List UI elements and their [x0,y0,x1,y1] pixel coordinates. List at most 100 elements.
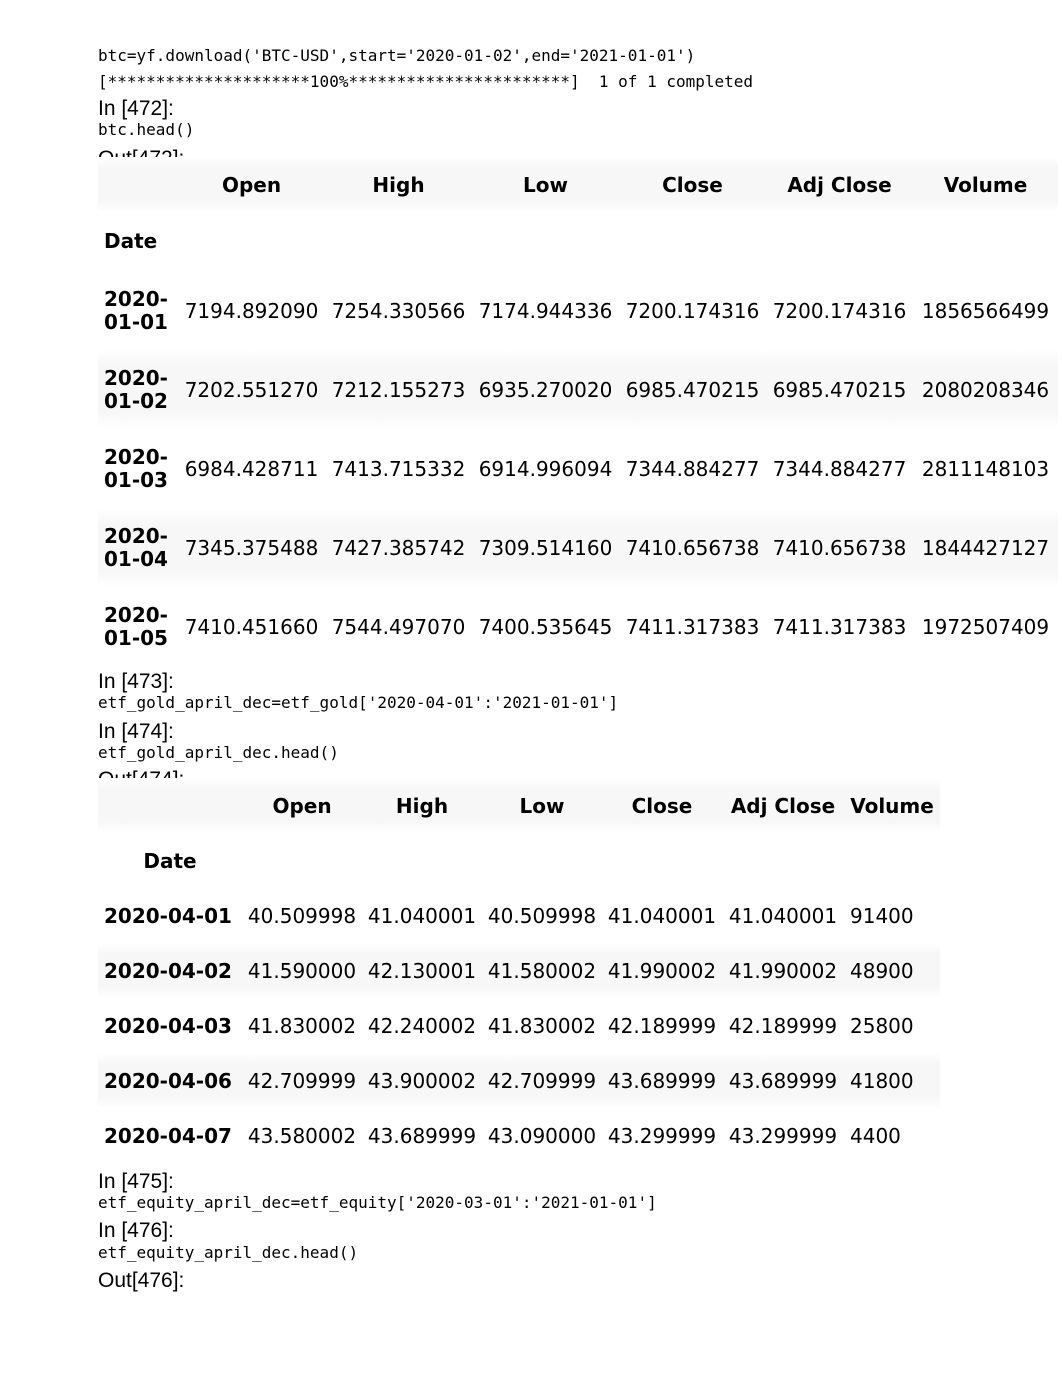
table-row: 2020- 01-03 6984.428711 7413.715332 6914.996… [98,429,1058,508]
cell: 7344.884277 [772,456,907,481]
btc-dataframe: Open High Low Close Adj Close Volume Date 202… [98,157,1058,666]
cell: 7411.317383 [625,614,760,639]
index-name: Date [143,848,197,873]
cell: 2811148103 [921,456,1050,481]
cell: 1844427127 [921,535,1050,560]
col-header: Low [523,172,568,197]
cell: 43.299999 [607,1123,717,1148]
table-row: 2020- 01-05 7410.451660 7544.497070 7400.535… [98,587,1058,666]
cell: 41.830002 [247,1013,357,1038]
col-header: Low [519,793,565,818]
cell: 7254.330566 [331,298,466,323]
date-part: 2020- [104,286,168,311]
index-name-row: Date [98,212,1058,271]
row-index-date: 2020- 01-05 [98,587,178,666]
code-cell-equity-slice[interactable]: etf_equity_april_dec=etf_equity['2020-03… [98,1193,657,1212]
cell: 7410.656738 [625,535,760,560]
cell: 7309.514160 [478,535,613,560]
cell: 43.299999 [728,1123,838,1148]
date-part: 01-03 [104,467,168,492]
code-cell-gold-head[interactable]: etf_gold_april_dec.head() [98,743,339,762]
date-part: 2020- [104,602,168,627]
col-header: Close [631,793,693,818]
cell: 41.040001 [728,903,838,928]
table-row: 2020-04-03 41.830002 42.240002 41.830002 42.… [98,998,940,1053]
cell: 43.689999 [607,1068,717,1093]
table-row: 2020-04-01 40.509998 41.040001 40.509998 41.… [98,888,940,943]
code-cell-btc-head[interactable]: btc.head() [98,120,194,139]
code-cell-download[interactable]: btc=yf.download('BTC-USD',start='2020-01… [98,46,695,65]
in-prompt-474: In [474]: [98,720,174,743]
code-cell-gold-slice[interactable]: etf_gold_april_dec=etf_gold['2020-04-01'… [98,693,618,712]
row-index-date: 2020- 01-01 [98,271,178,350]
date-part: 01-04 [104,546,168,571]
col-header: High [372,172,425,197]
cell: 41.830002 [487,1013,597,1038]
cell: 41.040001 [367,903,477,928]
code-cell-equity-head[interactable]: etf_equity_april_dec.head() [98,1243,358,1262]
cell: 42.189999 [607,1013,717,1038]
cell: 7410.451660 [184,614,319,639]
cell: 7411.317383 [772,614,907,639]
cell: 6985.470215 [772,377,907,402]
col-header: Close [662,172,723,197]
col-header: Volume [850,793,934,818]
date-part: 01-02 [104,388,168,413]
cell: 7194.892090 [184,298,319,323]
table-row: 2020-04-07 43.580002 43.689999 43.090000 43.… [98,1108,940,1163]
date-part: 2020- [104,365,168,390]
in-prompt-475: In [475]: [98,1170,174,1193]
date-part: 01-01 [104,309,168,334]
table-row: 2020- 01-01 7194.892090 7254.330566 7174.944… [98,271,1058,350]
cell: 7174.944336 [478,298,613,323]
header-row: Open High Low Close Adj Close Volume [98,157,1058,212]
table-row: 2020-04-06 42.709999 43.900002 42.709999 43.… [98,1053,940,1108]
row-index-date: 2020- 01-02 [98,350,178,429]
cell: 41.580002 [487,958,597,983]
gold-dataframe: Open High Low Close Adj Close Volume Date 202… [98,778,940,1163]
cell: 7200.174316 [772,298,907,323]
cell: 43.090000 [487,1123,597,1148]
table-row: 2020- 01-02 7202.551270 7212.155273 6935.270… [98,350,1058,429]
cell: 7200.174316 [625,298,760,323]
cell: 7544.497070 [331,614,466,639]
cell: 6985.470215 [625,377,760,402]
col-header: Open [272,793,332,818]
row-index-date: 2020- 01-04 [98,508,178,587]
header-row: Open High Low Close Adj Close Volume [98,778,940,833]
cell: 7212.155273 [331,377,466,402]
col-header: Adj Close [730,793,836,818]
in-prompt-473: In [473]: [98,670,174,693]
table-row: 2020-04-02 41.590000 42.130001 41.580002 41.… [98,943,940,998]
row-index-date: 2020-04-03 [104,1013,232,1038]
in-prompt-476: In [476]: [98,1219,174,1242]
col-header: Volume [943,172,1028,197]
col-header: Adj Close [787,172,892,197]
cell: 40.509998 [247,903,357,928]
cell: 7202.551270 [184,377,319,402]
row-index-date: 2020-04-02 [104,958,232,983]
cell: 42.130001 [367,958,477,983]
cell: 7345.375488 [184,535,319,560]
cell: 1856566499 [921,298,1050,323]
cell: 7344.884277 [625,456,760,481]
cell: 6984.428711 [184,456,319,481]
cell: 41.590000 [247,958,357,983]
cell: 41.990002 [607,958,717,983]
cell: 43.900002 [367,1068,477,1093]
col-header: Open [221,172,282,197]
index-name: Date [104,229,158,253]
cell: 6935.270020 [478,377,613,402]
index-name-row: Date [98,833,940,888]
cell: 43.689999 [367,1123,477,1148]
cell: 4400 [850,1123,901,1148]
cell: 42.709999 [247,1068,357,1093]
cell: 7427.385742 [331,535,466,560]
cell: 42.709999 [487,1068,597,1093]
cell: 1972507409 [921,614,1050,639]
row-index-date: 2020-04-01 [104,903,232,928]
cell: 43.580002 [247,1123,357,1148]
cell: 48900 [850,958,914,983]
cell: 41.040001 [607,903,717,928]
col-header: High [395,793,449,818]
